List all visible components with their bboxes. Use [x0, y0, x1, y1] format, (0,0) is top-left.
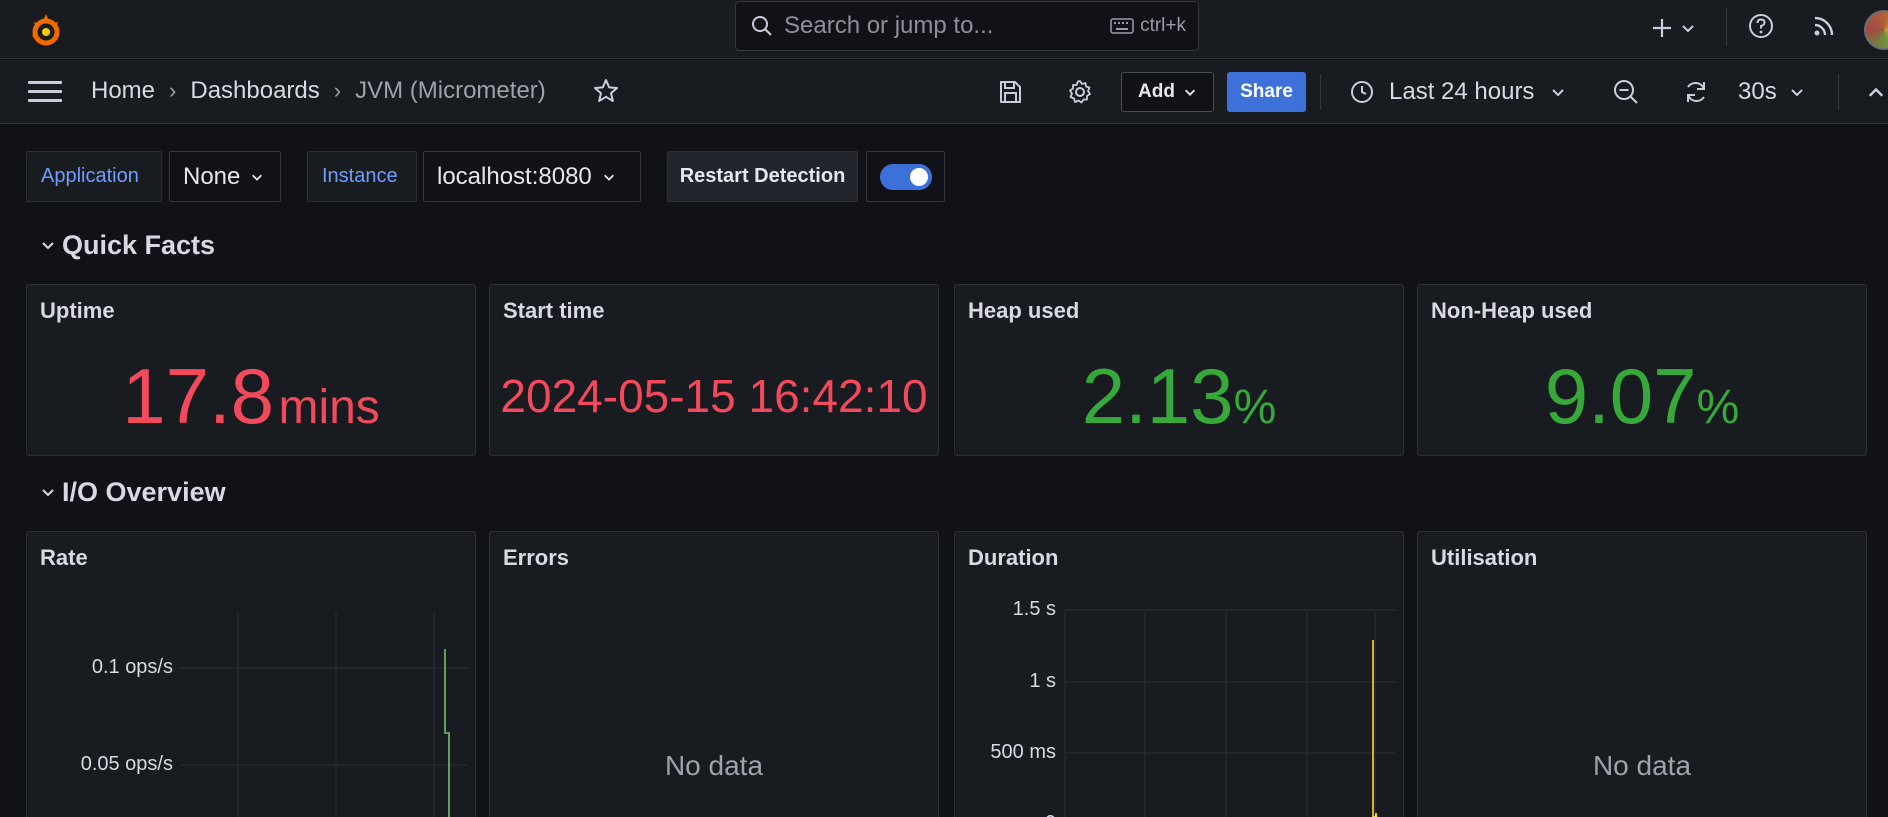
- chevron-down-icon: [1552, 89, 1565, 97]
- row-title-text: Quick Facts: [62, 229, 216, 260]
- panel-duration[interactable]: Duration 1.5 s 1 s 500 ms 0: [954, 531, 1404, 817]
- panel-rate[interactable]: Rate 0.1 ops/s 0.05 ops/s: [26, 531, 476, 817]
- start-time-stat: 2024-05-15 16:42:10: [500, 370, 928, 422]
- instance-variable-label: Instance: [307, 151, 417, 202]
- breadcrumb-current-dashboard: JVM (Micrometer): [355, 77, 546, 104]
- row-header-io-overview[interactable]: I/O Overview: [40, 475, 226, 509]
- panel-title: Uptime: [40, 298, 115, 323]
- stat-unit: mins: [278, 381, 380, 434]
- panel-title: Non-Heap used: [1431, 298, 1593, 323]
- breadcrumb-home[interactable]: Home: [91, 77, 155, 105]
- stat-value: 17.8: [122, 352, 274, 440]
- keyboard-icon: [1110, 18, 1134, 34]
- restart-detection-toggle[interactable]: [866, 151, 945, 202]
- search-bar[interactable]: Search or jump to... ctrl+k: [735, 1, 1199, 51]
- application-variable-label: Application: [26, 151, 162, 202]
- toggle-switch[interactable]: [879, 163, 932, 190]
- application-select-value: None: [183, 162, 241, 190]
- chevron-down-icon: [1184, 89, 1196, 96]
- instance-select-value: localhost:8080: [437, 162, 592, 190]
- stat-unit: %: [1696, 381, 1740, 434]
- divider: [1726, 8, 1727, 46]
- stat-unit: %: [1233, 381, 1277, 434]
- clock-icon: [1351, 81, 1373, 103]
- breadcrumb: Home › Dashboards › JVM (Micrometer): [91, 77, 546, 105]
- zoom-out-icon[interactable]: [1612, 78, 1640, 106]
- row-title-text: I/O Overview: [62, 476, 226, 507]
- search-placeholder: Search or jump to...: [784, 12, 994, 39]
- time-range-label: Last 24 hours: [1389, 78, 1535, 105]
- grafana-logo-icon[interactable]: [26, 10, 66, 50]
- panel-heap-used[interactable]: Heap used 2.13%: [954, 284, 1404, 456]
- star-icon[interactable]: [592, 77, 620, 105]
- chevron-down-icon: [42, 489, 54, 497]
- restart-detection-label: Restart Detection: [667, 151, 858, 202]
- settings-gear-icon[interactable]: [1066, 78, 1094, 106]
- rate-series-line: [444, 649, 450, 817]
- save-icon[interactable]: [996, 78, 1024, 106]
- user-avatar[interactable]: [1864, 10, 1888, 50]
- panel-errors[interactable]: Errors No data: [489, 531, 939, 817]
- breadcrumb-separator-icon: ›: [333, 78, 342, 103]
- instance-select[interactable]: localhost:8080: [423, 151, 641, 202]
- rate-graph[interactable]: [27, 532, 476, 817]
- add-button-label: Add: [1138, 81, 1175, 102]
- non-heap-used-stat: 9.07%: [1418, 351, 1866, 442]
- stat-value: 2.13: [1081, 352, 1234, 440]
- top-bar: Search or jump to... ctrl+k: [0, 0, 1888, 59]
- heap-used-stat: 2.13%: [955, 351, 1403, 442]
- shortcut-text: ctrl+k: [1140, 15, 1186, 36]
- uptime-stat: 17.8 mins: [27, 351, 475, 442]
- news-feed-icon[interactable]: [1812, 14, 1836, 38]
- refresh-interval-picker[interactable]: 30s: [1738, 75, 1805, 109]
- chevron-down-icon: [42, 242, 54, 250]
- time-range-picker[interactable]: Last 24 hours: [1349, 75, 1566, 109]
- panel-utilisation[interactable]: Utilisation No data: [1417, 531, 1867, 817]
- chevron-down-icon: [1682, 25, 1694, 33]
- panel-start-time[interactable]: Start time 2024-05-15 16:42:10: [489, 284, 939, 456]
- new-menu-button[interactable]: [1650, 10, 1696, 46]
- row-header-quick-facts[interactable]: Quick Facts: [40, 228, 215, 262]
- refresh-icon[interactable]: [1682, 78, 1710, 106]
- toggle-knob: [909, 167, 928, 186]
- duration-graph[interactable]: [955, 532, 1404, 817]
- panel-title: Utilisation: [1431, 545, 1538, 570]
- chevron-down-icon: [252, 174, 263, 181]
- plus-icon: [1653, 19, 1671, 37]
- divider: [1838, 74, 1839, 110]
- chevron-down-icon: [1790, 89, 1803, 97]
- divider: [1320, 74, 1321, 110]
- dashboard-nav-bar: Home › Dashboards › JVM (Micrometer) Add…: [0, 60, 1888, 124]
- panel-title: Start time: [503, 298, 605, 323]
- search-icon: [752, 16, 772, 36]
- application-select[interactable]: None: [169, 151, 281, 202]
- stat-value: 9.07: [1544, 352, 1697, 440]
- refresh-interval-label: 30s: [1738, 78, 1777, 105]
- chevron-down-icon: [603, 174, 614, 181]
- no-data-message: No data: [1592, 750, 1692, 781]
- share-button[interactable]: Share: [1227, 72, 1306, 112]
- breadcrumb-separator-icon: ›: [169, 78, 177, 103]
- panel-non-heap-used[interactable]: Non-Heap used 9.07%: [1417, 284, 1867, 456]
- panel-title: Errors: [503, 545, 570, 570]
- panel-title: Heap used: [968, 298, 1080, 323]
- panel-uptime[interactable]: Uptime 17.8 mins: [26, 284, 476, 456]
- search-shortcut: ctrl+k: [1110, 15, 1186, 37]
- add-button[interactable]: Add: [1121, 72, 1214, 112]
- no-data-message: No data: [664, 750, 764, 781]
- chevron-up-icon[interactable]: [1866, 82, 1886, 102]
- breadcrumb-dashboards[interactable]: Dashboards: [190, 77, 319, 105]
- menu-toggle-icon[interactable]: [28, 81, 62, 103]
- help-icon[interactable]: [1747, 12, 1775, 40]
